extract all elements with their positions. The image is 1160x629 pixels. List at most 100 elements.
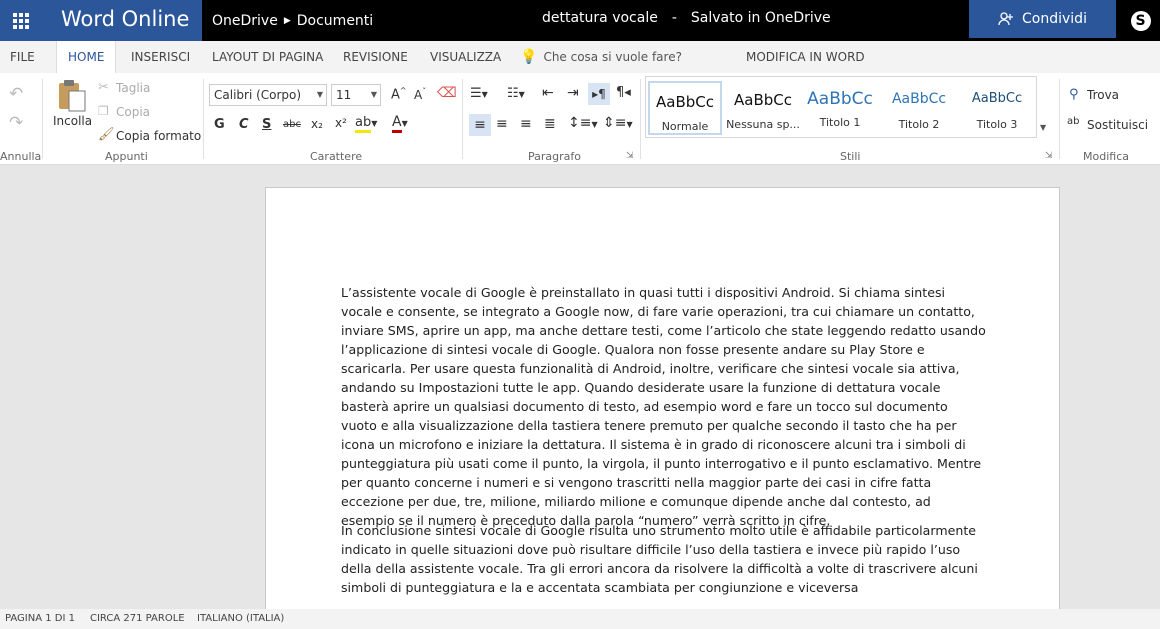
find-button[interactable]: Trova: [1087, 88, 1119, 102]
tell-me-box[interactable]: 💡 Che cosa si vuole fare?: [520, 41, 682, 73]
style-sample-text: AaBbCc: [971, 91, 1023, 106]
app-launcher-button[interactable]: [0, 0, 41, 41]
strikethrough-button[interactable]: abc: [283, 119, 301, 130]
tab-visualizza[interactable]: VISUALIZZA: [430, 41, 501, 73]
divider: [203, 79, 204, 159]
copy-button[interactable]: Copia: [116, 105, 150, 119]
superscript-button[interactable]: x²: [335, 116, 347, 130]
subscript-button[interactable]: x₂: [311, 117, 323, 131]
font-family-value: Calibri (Corpo): [214, 88, 302, 102]
style-nessuna-spaziatura[interactable]: AaBbCc Nessuna sp...: [726, 81, 800, 135]
save-status: Salvato in OneDrive: [690, 10, 831, 26]
tell-me-placeholder: Che cosa si vuole fare?: [543, 50, 682, 64]
replace-icon[interactable]: ab: [1067, 116, 1079, 127]
scissors-icon[interactable]: ✂: [98, 80, 109, 95]
ltr-paragraph-icon[interactable]: ▸¶: [588, 83, 610, 105]
divider: [462, 79, 463, 159]
justify-icon[interactable]: ≣: [544, 116, 556, 132]
group-label-carattere: Carattere: [310, 150, 363, 163]
font-size-value: 11: [336, 88, 352, 102]
font-color-icon[interactable]: A▼: [392, 114, 408, 133]
highlight-icon[interactable]: ab▼: [355, 115, 377, 133]
divider: [1059, 79, 1060, 159]
style-label: Titolo 2: [898, 118, 940, 131]
tab-revisione[interactable]: REVISIONE: [343, 41, 408, 73]
clipboard-icon: [59, 80, 86, 112]
grow-font-icon[interactable]: A^: [391, 86, 407, 102]
tab-home[interactable]: HOME: [56, 41, 117, 73]
document-paragraph[interactable]: L’assistente vocale di Google è preinsta…: [341, 283, 986, 530]
clear-formatting-icon[interactable]: ⌫: [437, 85, 457, 101]
brush-icon[interactable]: 🖌: [98, 127, 115, 142]
decrease-indent-icon[interactable]: ⇤: [542, 85, 554, 101]
bullets-icon[interactable]: ☰▼: [470, 86, 488, 101]
tab-modifica-in-word[interactable]: MODIFICA IN WORD: [746, 41, 865, 73]
document-paragraph[interactable]: In conclusione sintesi vocale di Google …: [341, 521, 986, 597]
format-painter-button[interactable]: Copia formato: [116, 129, 201, 143]
share-button[interactable]: Condividi: [969, 0, 1116, 38]
numbering-icon[interactable]: ☷▼: [507, 86, 525, 101]
paragraph-spacing-icon[interactable]: ⇕≡▼: [603, 115, 633, 131]
line-spacing-icon[interactable]: ↕≡▼: [568, 115, 598, 131]
document-title-area: dettatura vocale - Salvato in OneDrive: [542, 0, 831, 41]
divider: [42, 79, 43, 159]
status-bar: PAGINA 1 DI 1 CIRCA 271 PAROLE ITALIANO …: [0, 609, 1160, 629]
waffle-icon: [12, 12, 29, 29]
ribbon-home: ↶ ↷ Annulla Incolla ✂ Taglia ❐ Copia 🖌 C…: [0, 73, 1160, 165]
style-titolo-1[interactable]: AaBbCc Titolo 1: [803, 81, 877, 135]
styles-gallery: AaBbCc Normale AaBbCc Nessuna sp... AaBb…: [645, 76, 1037, 138]
add-person-icon: [998, 12, 1014, 26]
group-label-stili: Stili: [840, 150, 861, 163]
style-titolo-3[interactable]: AaBbCc Titolo 3: [960, 81, 1034, 135]
style-label: Normale: [661, 120, 709, 133]
styles-more-icon[interactable]: ▼: [1040, 123, 1046, 132]
chevron-down-icon: ▼: [316, 90, 323, 99]
align-center-icon[interactable]: ≡: [496, 116, 508, 132]
tab-inserisci[interactable]: INSERISCI: [131, 41, 190, 73]
bold-button[interactable]: G: [214, 117, 225, 132]
app-name[interactable]: Word Online: [41, 0, 202, 41]
align-right-icon[interactable]: ≡: [520, 116, 532, 132]
shrink-font-icon[interactable]: Aˇ: [414, 87, 426, 102]
chevron-right-icon: ▶: [283, 15, 291, 26]
redo-icon[interactable]: ↷: [9, 113, 23, 133]
search-icon[interactable]: ⚲: [1069, 87, 1079, 102]
tab-layout-di-pagina[interactable]: LAYOUT DI PAGINA: [212, 41, 323, 73]
breadcrumb-documenti[interactable]: Documenti: [297, 3, 373, 39]
page-count: PAGINA 1 DI 1: [5, 613, 75, 624]
group-label-modifica: Modifica: [1083, 150, 1129, 163]
breadcrumb-onedrive[interactable]: OneDrive: [212, 3, 278, 39]
paste-button[interactable]: Incolla: [50, 77, 92, 135]
title-bar: Word Online OneDrive ▶ Documenti dettatu…: [0, 0, 1160, 41]
style-titolo-2[interactable]: AaBbCc Titolo 2: [882, 81, 956, 135]
group-label-paragrafo: Paragrafo: [528, 150, 581, 163]
breadcrumb: OneDrive ▶ Documenti: [212, 0, 373, 41]
chevron-down-icon: ▼: [370, 90, 377, 99]
cut-button[interactable]: Taglia: [116, 81, 150, 95]
document-page[interactable]: L’assistente vocale di Google è preinsta…: [265, 187, 1060, 617]
dialog-launcher-icon[interactable]: ⇲: [626, 151, 634, 161]
underline-button[interactable]: S: [262, 117, 271, 132]
style-normale[interactable]: AaBbCc Normale: [648, 81, 722, 135]
document-title[interactable]: dettatura vocale: [542, 10, 658, 26]
increase-indent-icon[interactable]: ⇥: [567, 85, 579, 101]
dialog-launcher-icon[interactable]: ⇲: [1045, 151, 1053, 161]
title-separator: -: [671, 10, 677, 26]
style-sample-text: AaBbCc: [891, 91, 947, 107]
font-size-select[interactable]: 11 ▼: [331, 84, 381, 106]
font-family-select[interactable]: Calibri (Corpo) ▼: [209, 84, 327, 106]
replace-button[interactable]: Sostituisci: [1087, 118, 1148, 132]
copy-icon[interactable]: ❐: [98, 104, 109, 118]
italic-button[interactable]: C: [239, 117, 249, 132]
paste-label: Incolla: [53, 114, 93, 128]
lightbulb-icon: 💡: [520, 49, 538, 65]
share-label: Condividi: [1022, 11, 1087, 27]
align-left-icon[interactable]: ≡: [469, 114, 491, 136]
language-indicator[interactable]: ITALIANO (ITALIA): [197, 609, 284, 629]
group-label-annulla: Annulla: [0, 150, 42, 163]
style-sample-text: AaBbCc: [734, 91, 792, 109]
skype-button[interactable]: S: [1121, 0, 1160, 41]
rtl-paragraph-icon[interactable]: ¶◂: [616, 85, 631, 100]
undo-icon[interactable]: ↶: [9, 84, 23, 104]
tab-file[interactable]: FILE: [10, 41, 35, 73]
